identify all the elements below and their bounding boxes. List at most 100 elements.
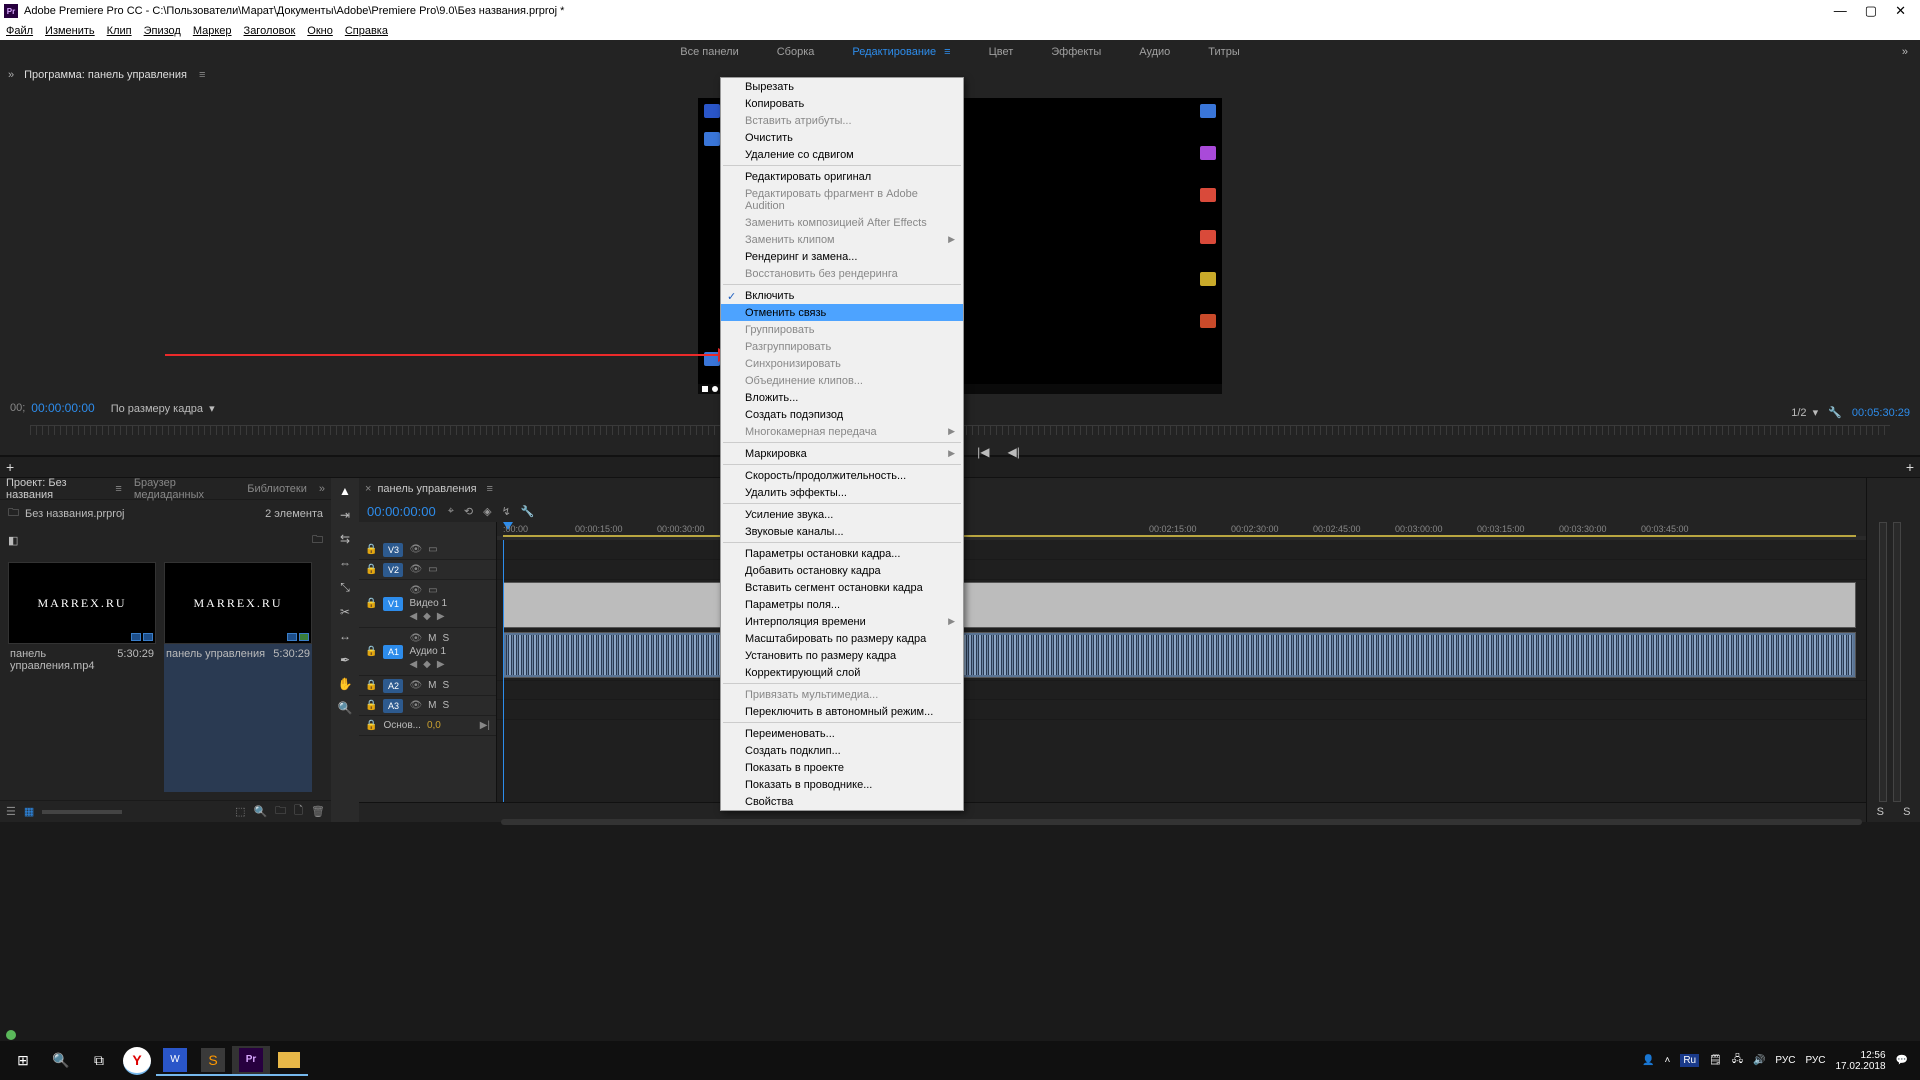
menu-edit[interactable]: Изменить: [45, 25, 95, 37]
hand-tool-icon[interactable]: ✋: [338, 677, 353, 691]
sort-icon[interactable]: ⬚: [235, 805, 245, 818]
menu-marker[interactable]: Маркер: [193, 25, 232, 37]
taskbar-clock[interactable]: 12:56 17.02.2018: [1835, 1050, 1885, 1072]
people-icon[interactable]: 👤: [1642, 1055, 1654, 1066]
context-menu-item[interactable]: Свойства: [721, 793, 963, 810]
linked-selection-icon[interactable]: ⟲: [464, 505, 473, 518]
context-menu-item[interactable]: Рендеринг и замена...: [721, 248, 963, 265]
context-menu-item[interactable]: Параметры поля...: [721, 596, 963, 613]
program-timecode[interactable]: 00:00:00:00: [31, 401, 94, 415]
context-menu-item[interactable]: Параметры остановки кадра...: [721, 545, 963, 562]
context-menu-item[interactable]: Копировать: [721, 95, 963, 112]
tray-rush-icon[interactable]: Ru: [1680, 1054, 1699, 1067]
workspace-overflow-icon[interactable]: »: [1902, 46, 1908, 58]
action-center-icon[interactable]: 💬: [1896, 1055, 1908, 1066]
workspace-effects[interactable]: Эффекты: [1051, 46, 1101, 58]
context-menu-item[interactable]: Показать в проводнике...: [721, 776, 963, 793]
filter-bin-icon[interactable]: ◧: [8, 534, 18, 547]
workspace-all[interactable]: Все панели: [680, 46, 738, 58]
rolling-tool-icon[interactable]: ⇔: [339, 556, 351, 570]
workspace-audio[interactable]: Аудио: [1139, 46, 1170, 58]
track-v1[interactable]: 🔒V1 👁▭ Видео 1 ◀◆▶: [359, 580, 496, 628]
trash-icon[interactable]: 🗑: [311, 805, 325, 818]
playhead-line[interactable]: [503, 540, 504, 802]
audio-clip[interactable]: [503, 632, 1856, 678]
context-menu-item[interactable]: Включить✓: [721, 287, 963, 304]
ripple-tool-icon[interactable]: ⇆: [340, 532, 350, 546]
tray-expand-icon[interactable]: ˄: [1664, 1055, 1670, 1066]
panel-overflow-icon[interactable]: »: [319, 483, 325, 495]
folder-icon[interactable]: 🗀: [312, 531, 323, 550]
solo-left-button[interactable]: S: [1877, 806, 1884, 818]
timeline-tab[interactable]: панель управления: [377, 483, 476, 495]
pen-tool-icon[interactable]: ✒: [340, 653, 350, 667]
track-a1[interactable]: 🔒A1 👁MS Аудио 1 ◀◆▶: [359, 628, 496, 676]
add-panel-right-button[interactable]: +: [1906, 459, 1914, 475]
solo-right-button[interactable]: S: [1903, 806, 1910, 818]
wrench-icon[interactable]: 🔧: [521, 505, 535, 518]
panel-collapse-icon[interactable]: »: [8, 69, 14, 81]
zoom-slider[interactable]: [42, 810, 122, 814]
context-menu-item[interactable]: Показать в проекте: [721, 759, 963, 776]
selection-tool-icon[interactable]: ▲: [339, 484, 351, 498]
taskbar-sublime[interactable]: S: [194, 1046, 232, 1076]
tray-lang1[interactable]: РУС: [1775, 1055, 1795, 1066]
timeline-close-icon[interactable]: ×: [365, 483, 371, 495]
new-item-icon[interactable]: 🗋: [294, 802, 303, 821]
menu-clip[interactable]: Клип: [107, 25, 132, 37]
context-menu-item[interactable]: Вставить сегмент остановки кадра: [721, 579, 963, 596]
context-menu-item[interactable]: Редактировать оригинал: [721, 168, 963, 185]
list-view-icon[interactable]: ☰: [6, 805, 16, 818]
tab-libraries[interactable]: Библиотеки: [247, 483, 307, 495]
timeline-ruler[interactable]: :00:00 00:00:15:00 00:00:30:00 00:00:45:…: [497, 522, 1866, 540]
context-menu-item[interactable]: Скорость/продолжительность...: [721, 467, 963, 484]
track-select-tool-icon[interactable]: ⇥: [340, 508, 350, 522]
project-item[interactable]: MARREX.RU панель управления5:30:29: [164, 562, 312, 792]
go-to-in-icon[interactable]: |◀: [977, 445, 989, 459]
icon-view-icon[interactable]: ▦: [24, 805, 34, 818]
taskbar-explorer[interactable]: [270, 1046, 308, 1076]
context-menu-item[interactable]: Создать подклип...: [721, 742, 963, 759]
context-menu-item[interactable]: Создать подэпизод: [721, 406, 963, 423]
tray-network-icon[interactable]: 🖧: [1732, 1052, 1743, 1069]
context-menu-item[interactable]: Маркировка▶: [721, 445, 963, 462]
context-menu-item[interactable]: Очистить: [721, 129, 963, 146]
context-menu-item[interactable]: Установить по размеру кадра: [721, 647, 963, 664]
menu-episode[interactable]: Эпизод: [144, 25, 181, 37]
start-button[interactable]: ⊞: [4, 1046, 42, 1076]
workspace-editing[interactable]: Редактирование: [852, 46, 936, 58]
marker-add-icon[interactable]: ◈: [483, 505, 491, 518]
maximize-button[interactable]: ▢: [1865, 3, 1877, 19]
context-menu-item[interactable]: Отменить связь: [721, 304, 963, 321]
taskbar-premiere[interactable]: Pr: [232, 1046, 270, 1076]
workspace-menu-icon[interactable]: ≡: [944, 46, 950, 58]
menu-title[interactable]: Заголовок: [244, 25, 296, 37]
add-panel-left-button[interactable]: +: [6, 459, 14, 475]
tab-media-browser[interactable]: Браузер медиаданных: [134, 477, 235, 501]
timeline-clip-area[interactable]: [497, 540, 1866, 802]
project-item[interactable]: MARREX.RU панель управления.mp45:30:29: [8, 562, 156, 792]
tray-notes-icon[interactable]: 🗒: [1709, 1055, 1722, 1066]
timeline-settings-icon[interactable]: ↯: [502, 505, 511, 518]
timeline-timecode[interactable]: 00:00:00:00: [367, 504, 436, 519]
razor-tool-icon[interactable]: ✂: [340, 605, 350, 619]
context-menu-item[interactable]: Вложить...: [721, 389, 963, 406]
menu-file[interactable]: Файл: [6, 25, 33, 37]
context-menu-item[interactable]: Интерполяция времени▶: [721, 613, 963, 630]
context-menu-item[interactable]: Удалить эффекты...: [721, 484, 963, 501]
taskbar-yandex[interactable]: Y: [123, 1047, 151, 1075]
zoom-tool-icon[interactable]: 🔍: [338, 701, 353, 715]
search-button[interactable]: 🔍: [42, 1046, 80, 1076]
timeline-tab-menu-icon[interactable]: ≡: [487, 483, 493, 495]
program-fit-dropdown[interactable]: По размеру кадра ▾: [111, 402, 215, 415]
context-menu-item[interactable]: Удаление со сдвигом: [721, 146, 963, 163]
context-menu-item[interactable]: Усиление звука...: [721, 506, 963, 523]
settings-icon[interactable]: 🔧: [1828, 406, 1842, 419]
taskbar-word[interactable]: W: [156, 1046, 194, 1076]
workspace-color[interactable]: Цвет: [989, 46, 1014, 58]
video-clip[interactable]: [503, 582, 1856, 628]
tab-menu-icon[interactable]: ≡: [115, 483, 121, 495]
context-menu-item[interactable]: Переключить в автономный режим...: [721, 703, 963, 720]
context-menu-item[interactable]: Переименовать...: [721, 725, 963, 742]
context-menu-item[interactable]: Корректирующий слой: [721, 664, 963, 681]
